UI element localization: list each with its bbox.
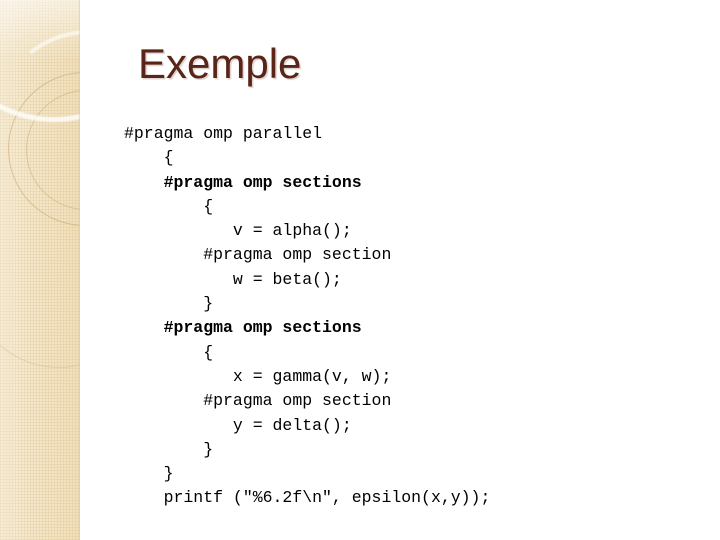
hairline-arc-lower-icon: [0, 190, 80, 368]
swoosh-arc-lower-icon: [0, 20, 80, 230]
code-line: y = delta();: [124, 415, 352, 435]
code-line: #pragma omp section: [124, 245, 392, 265]
code-line: }: [124, 464, 174, 484]
code-line: w = beta();: [124, 269, 342, 289]
side-band-top-highlight: [0, 0, 80, 62]
code-line: #pragma omp sections: [124, 318, 362, 338]
code-line: x = gamma(v, w);: [124, 366, 392, 386]
code-line: }: [124, 294, 214, 314]
code-line: {: [124, 196, 214, 216]
code-line: }: [124, 439, 214, 459]
decorative-side-band: [0, 0, 80, 540]
inner-ring-icon: [26, 90, 80, 210]
slide-title: Exemple: [138, 40, 302, 87]
outer-ring-icon: [8, 72, 80, 226]
code-line: {: [124, 148, 174, 168]
swoosh-arc-upper-icon: [0, 0, 80, 148]
code-block: #pragma omp parallel { #pragma omp secti…: [124, 122, 490, 511]
code-line: printf ("%6.2f\n", epsilon(x,y));: [124, 488, 491, 508]
code-line: #pragma omp section: [124, 391, 392, 411]
code-line: v = alpha();: [124, 221, 352, 241]
side-band-edge-divider: [79, 0, 80, 540]
code-line: #pragma omp sections: [124, 172, 362, 192]
code-line: {: [124, 342, 214, 362]
hairline-arc-upper-icon: [18, 0, 80, 112]
slide-canvas: Exemple #pragma omp parallel { #pragma o…: [0, 0, 720, 540]
code-line: #pragma omp parallel: [124, 124, 323, 143]
